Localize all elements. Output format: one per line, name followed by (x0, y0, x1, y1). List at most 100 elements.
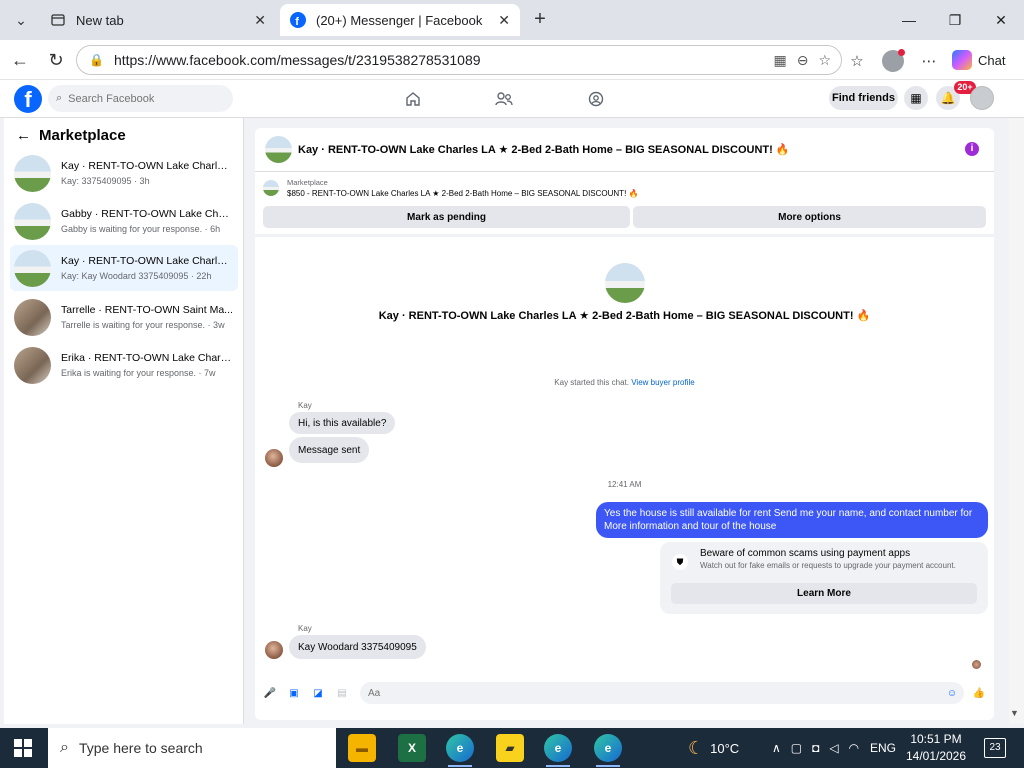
tab-title: (20+) Messenger | Facebook (316, 12, 483, 28)
learn-more-button[interactable]: Learn More (671, 583, 977, 604)
camera-icon[interactable]: ◘ (812, 741, 819, 755)
view-buyer-profile-link[interactable]: View buyer profile (631, 378, 694, 387)
conversation-name: Erika · RENT-TO-OWN Lake Charle... (61, 352, 233, 364)
tab-actions-menu-icon[interactable]: ⌄ (6, 6, 36, 34)
conversation-snippet: Tarrelle is waiting for your response. ·… (61, 320, 225, 330)
zoom-icon[interactable]: ⊖ (797, 52, 809, 69)
listing-thumbnail (263, 180, 279, 196)
conversation-item-selected[interactable]: Kay · RENT-TO-OWN Lake Charles ... Kay: K… (10, 245, 238, 291)
conversation-snippet: Kay: 3375409095 · 3h (61, 176, 150, 186)
conversation-snippet: Kay: Kay Woodard 3375409095 · 22h (61, 271, 212, 281)
language-indicator[interactable]: ENG (870, 728, 896, 768)
volume-icon[interactable]: ◁ (829, 741, 838, 755)
edge-icon[interactable]: e (594, 734, 622, 767)
listing-thumbnail (14, 298, 51, 336)
chat-header: Kay · RENT-TO-OWN Lake Charles LA ★ 2-Be… (255, 128, 994, 172)
message-bubble: Hi, is this available? (289, 412, 396, 434)
address-bar-row: ← ↻ 🔒 https://www.facebook.com/messages/… (0, 40, 1024, 80)
more-options-button[interactable]: More options (633, 206, 986, 228)
conversation-name: Kay · RENT-TO-OWN Lake Charles ... (61, 255, 233, 267)
marketplace-listing[interactable]: Marketplace $850 - RENT-TO-OWN Lake Char… (263, 178, 638, 198)
windows-taskbar: ⌕ Type here to search ▬ X e ▰ e e ☾ 10°C… (0, 728, 1024, 768)
url-text: https://www.facebook.com/messages/t/2319… (113, 52, 481, 68)
back-arrow-icon[interactable]: ← (8, 48, 32, 72)
edge-icon[interactable]: e (446, 734, 474, 767)
microphone-icon[interactable]: 🎤 (263, 686, 277, 700)
wifi-icon[interactable]: ◠ (849, 741, 859, 755)
page-scrollbar[interactable] (1009, 118, 1024, 724)
tab-messenger[interactable]: f (20+) Messenger | Facebook ✕ (280, 4, 520, 36)
message-bubble: Kay Woodard 3375409095 (289, 635, 426, 659)
more-menu-icon[interactable]: ⋯ (918, 50, 940, 72)
sender-avatar[interactable] (265, 641, 283, 659)
mark-as-pending-button[interactable]: Mark as pending (263, 206, 630, 228)
notification-center-icon[interactable]: 23 (984, 738, 1006, 758)
listing-thumbnail (14, 202, 51, 240)
gif-icon[interactable]: ▤ (335, 686, 349, 700)
excel-icon[interactable]: X (398, 734, 426, 762)
scroll-down-arrow-icon[interactable]: ▼ (1010, 708, 1019, 718)
copilot-chat-button[interactable]: Chat (952, 48, 1014, 72)
clock[interactable]: 10:51 PM 14/01/2026 (905, 731, 967, 765)
groups-icon[interactable] (586, 89, 606, 109)
photo-icon[interactable]: ▣ (287, 686, 301, 700)
back-arrow-icon[interactable]: ← (16, 127, 31, 144)
friends-icon[interactable] (494, 89, 514, 109)
search-icon: ⌕ (60, 739, 69, 756)
conversation-name: Gabby · RENT-TO-OWN Lake Charl... (61, 208, 233, 220)
meet-now-icon[interactable]: ▢ (791, 741, 802, 755)
menu-grid-icon[interactable]: ▦ (904, 86, 928, 110)
tab-title: New tab (76, 12, 124, 28)
close-tab-icon[interactable]: ✕ (498, 12, 510, 29)
tab-new-tab[interactable]: New tab ✕ (40, 4, 276, 36)
favorite-star-icon[interactable]: ☆ (818, 52, 831, 69)
emoji-icon[interactable]: ☺ (945, 686, 959, 700)
edge-icon[interactable]: e (544, 734, 572, 767)
facebook-search-input[interactable] (68, 92, 219, 105)
find-friends-button[interactable]: Find friends (829, 86, 898, 110)
copilot-icon (952, 50, 972, 70)
facebook-logo-icon[interactable]: f (14, 85, 42, 113)
conversation-item[interactable]: Erika · RENT-TO-OWN Lake Charle... Erika … (10, 342, 238, 388)
refresh-icon[interactable]: ↻ (44, 48, 68, 72)
marketplace-label: Marketplace (287, 178, 328, 187)
conversation-item[interactable]: Kay · RENT-TO-OWN Lake Charles ... Kay: 3… (10, 150, 238, 196)
scam-warning-card: ⛊ Beware of common scams using payment a… (660, 542, 988, 614)
close-tab-icon[interactable]: ✕ (254, 12, 266, 29)
browser-tab-bar: ⌄ New tab ✕ f (20+) Messenger | Facebook… (0, 0, 1024, 40)
sticky-notes-icon[interactable]: ▰ (496, 734, 524, 762)
windows-start-icon[interactable] (14, 739, 32, 757)
sticker-icon[interactable]: ◪ (311, 686, 325, 700)
conversation-snippet: Erika is waiting for your response. · 7w (61, 368, 216, 378)
weather-moon-icon[interactable]: ☾ (688, 738, 704, 759)
sender-avatar[interactable] (265, 449, 283, 467)
new-tab-plus-icon[interactable]: + (528, 8, 552, 32)
conversation-item[interactable]: Tarrelle · RENT-TO-OWN Saint Ma... Tarrel… (10, 294, 238, 340)
url-field[interactable]: 🔒 https://www.facebook.com/messages/t/23… (76, 45, 842, 75)
lock-icon: 🔒 (89, 53, 104, 67)
chat-panel: Kay · RENT-TO-OWN Lake Charles LA ★ 2-Be… (255, 128, 994, 720)
profile-avatar-icon[interactable] (882, 49, 905, 72)
like-thumbs-up-icon[interactable]: 👍 (972, 686, 986, 700)
minimize-icon[interactable]: — (886, 0, 932, 40)
message-composer: 🎤 ▣ ◪ ▤ ☺ 👍 (255, 680, 994, 706)
message-input[interactable] (360, 682, 964, 704)
taskbar-search-box[interactable]: ⌕ Type here to search (48, 728, 336, 768)
account-avatar[interactable] (970, 86, 994, 110)
favorites-icon[interactable]: ☆ (846, 50, 868, 72)
app-available-icon[interactable]: ▦ (773, 52, 786, 69)
weather-temperature[interactable]: 10°C (710, 741, 739, 756)
svg-text:f: f (295, 16, 299, 28)
listing-thumbnail[interactable] (265, 136, 292, 163)
file-explorer-icon[interactable]: ▬ (348, 734, 376, 762)
chevron-up-icon[interactable]: ∧ (772, 741, 781, 755)
conversation-item[interactable]: Gabby · RENT-TO-OWN Lake Charl... Gabby i… (10, 198, 238, 244)
facebook-search[interactable]: ⌕ (48, 85, 233, 112)
info-icon[interactable]: i (965, 142, 979, 156)
sender-name: Kay (298, 401, 312, 410)
restore-icon[interactable]: ❐ (932, 0, 978, 40)
home-icon[interactable] (403, 89, 423, 109)
message-bubble: Message sent (289, 437, 370, 463)
close-window-icon[interactable]: ✕ (978, 0, 1024, 40)
chat-title[interactable]: Kay · RENT-TO-OWN Lake Charles LA ★ 2-Be… (298, 143, 790, 156)
